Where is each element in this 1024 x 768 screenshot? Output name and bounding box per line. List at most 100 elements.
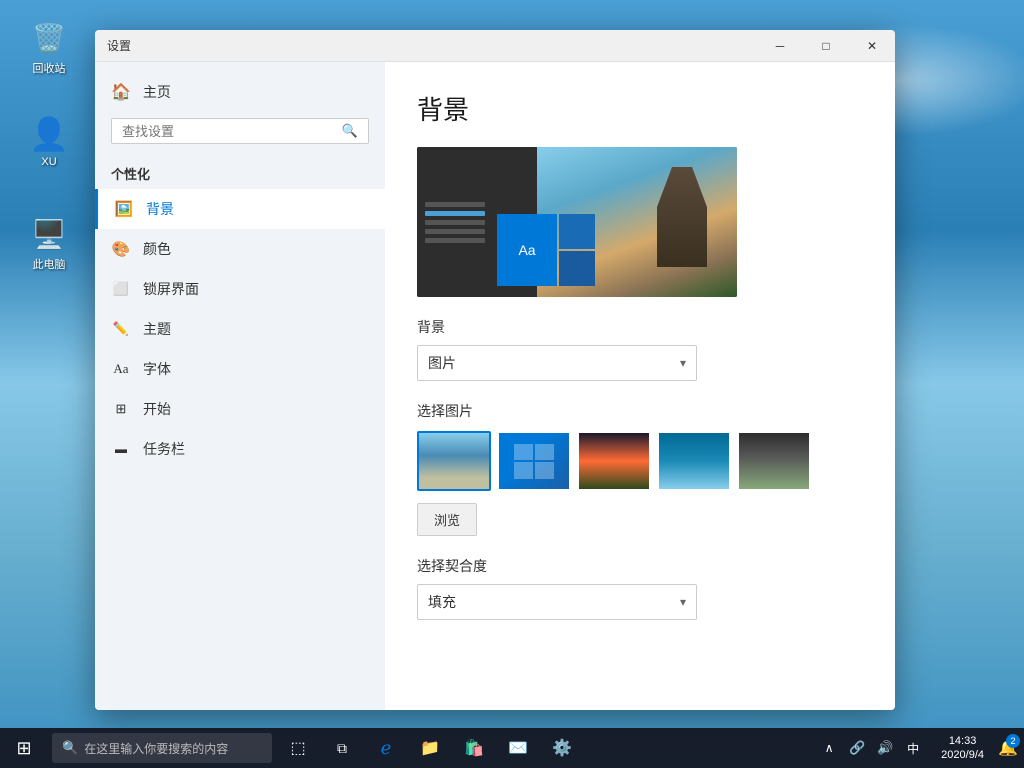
menu-line-3 [425,220,485,225]
preview-tiles-container: Aa [497,214,607,289]
tray-network-icon[interactable]: 🔗 [843,728,871,768]
notification-button[interactable]: 🔔 2 [992,728,1024,768]
window-titlebar: 设置 ─ □ ✕ [95,30,895,62]
menu-line-1 [425,202,485,207]
clock-date: 2020/9/4 [941,748,984,762]
menu-line-4 [425,229,485,234]
photo-grid [417,431,863,491]
photo-thumb-4[interactable] [657,431,731,491]
this-pc-icon[interactable]: 🖥️ 此电脑 [14,210,84,276]
theme-label: 主题 [143,319,171,339]
menu-line-2 [425,211,485,216]
sidebar-item-font[interactable]: Aa 字体 [95,349,385,389]
photo-4-image [659,433,729,489]
sidebar-home[interactable]: 🏠 主页 [95,74,385,110]
start-icon: ⊞ [111,401,131,417]
user-label: XU [41,156,56,168]
recycle-bin-icon[interactable]: 🗑️ 回收站 [14,14,84,80]
taskbar: ⊞ 🔍 在这里输入你要搜索的内容 ⬚ ⧉ ℯ 📁 🛍️ ✉️ ⚙️ ∧ 🔗 🔊 … [0,728,1024,768]
start-button[interactable]: ⊞ [0,728,48,768]
recycle-bin-image: 🗑️ [29,18,69,58]
photo-2-tile-3 [514,462,533,479]
user-icon[interactable]: 👤 XU [14,110,84,172]
background-icon: 🖼️ [114,200,134,218]
preview-aa-text: Aa [518,242,535,258]
photo-thumb-3[interactable] [577,431,651,491]
sidebar-item-taskbar[interactable]: ▬ 任务栏 [95,429,385,469]
fit-dropdown-arrow-icon: ▾ [680,595,686,609]
photo-2-image [499,433,569,489]
this-pc-label: 此电脑 [33,256,66,272]
file-explorer-button[interactable]: 📁 [408,728,452,768]
this-pc-image: 🖥️ [29,214,69,254]
photo-thumb-2[interactable] [497,431,571,491]
taskbar-search-icon: 🔍 [62,740,78,756]
mail-button[interactable]: ✉️ [496,728,540,768]
recycle-bin-label: 回收站 [33,60,66,76]
sidebar-search-container[interactable]: 🔍 [111,118,369,144]
settings-sidebar: 🏠 主页 🔍 个性化 🖼️ 背景 🎨 颜色 ⬜ [95,62,385,710]
window-body: 🏠 主页 🔍 个性化 🖼️ 背景 🎨 颜色 ⬜ [95,62,895,710]
taskbar-label: 任务栏 [143,439,185,459]
dropdown-arrow-icon: ▾ [680,356,686,370]
multitask-button[interactable]: ⧉ [320,728,364,768]
clock-time: 14:33 [949,734,977,748]
photo-2-grid [514,444,554,479]
search-icon: 🔍 [342,123,358,139]
photo-thumb-5[interactable] [737,431,811,491]
sidebar-item-lockscreen[interactable]: ⬜ 锁屏界面 [95,269,385,309]
sidebar-item-background[interactable]: 🖼️ 背景 [95,189,385,229]
tray-chevron[interactable]: ∧ [815,728,843,768]
browse-button[interactable]: 浏览 [417,503,477,536]
start-label: 开始 [143,399,171,419]
background-dropdown-value: 图片 [428,353,456,373]
main-content: 背景 [385,62,895,710]
notification-badge: 2 [1006,734,1020,748]
theme-icon: ✏️ [111,321,131,337]
tray-volume-icon[interactable]: 🔊 [871,728,899,768]
edge-browser-button[interactable]: ℯ [364,728,408,768]
lockscreen-label: 锁屏界面 [143,279,199,299]
desktop: 🗑️ 回收站 👤 XU 🖥️ 此电脑 设置 ─ □ ✕ 🏠 主页 [0,0,1024,768]
background-dropdown[interactable]: 图片 ▾ [417,345,697,381]
choose-picture-label: 选择图片 [417,401,863,421]
user-image: 👤 [29,114,69,154]
home-icon: 🏠 [111,82,131,102]
clock[interactable]: 14:33 2020/9/4 [933,728,992,768]
window-controls: ─ □ ✕ [757,30,895,62]
preview-tile-tr [559,214,595,249]
photo-thumb-1[interactable] [417,431,491,491]
sidebar-section-title: 个性化 [95,152,385,189]
photo-2-tile-2 [535,444,554,461]
fit-dropdown[interactable]: 填充 ▾ [417,584,697,620]
color-icon: 🎨 [111,240,131,258]
task-view-button[interactable]: ⬚ [276,728,320,768]
menu-line-5 [425,238,485,243]
taskbar-search-placeholder: 在这里输入你要搜索的内容 [84,740,228,757]
close-button[interactable]: ✕ [849,30,895,62]
color-label: 颜色 [143,239,171,259]
photo-1-image [419,433,489,489]
photo-3-image [579,433,649,489]
taskbar-search[interactable]: 🔍 在这里输入你要搜索的内容 [52,733,272,763]
photo-2-tile-1 [514,444,533,461]
tray-ime-label[interactable]: 中 [899,728,927,768]
photo-2-tile-4 [535,462,554,479]
sidebar-item-color[interactable]: 🎨 颜色 [95,229,385,269]
settings-taskbar-button[interactable]: ⚙️ [540,728,584,768]
maximize-button[interactable]: □ [803,30,849,62]
background-preview: Aa [417,147,737,297]
window-title: 设置 [107,37,757,54]
preview-main-tile: Aa [497,214,557,286]
lockscreen-icon: ⬜ [111,281,131,297]
sidebar-search-input[interactable] [122,124,342,139]
background-section-label: 背景 [417,317,863,337]
sidebar-item-theme[interactable]: ✏️ 主题 [95,309,385,349]
preview-tile-br [559,251,595,286]
sidebar-item-start[interactable]: ⊞ 开始 [95,389,385,429]
minimize-button[interactable]: ─ [757,30,803,62]
background-label: 背景 [146,199,174,219]
taskbar-icon: ▬ [111,442,131,456]
font-icon: Aa [111,361,131,377]
store-button[interactable]: 🛍️ [452,728,496,768]
